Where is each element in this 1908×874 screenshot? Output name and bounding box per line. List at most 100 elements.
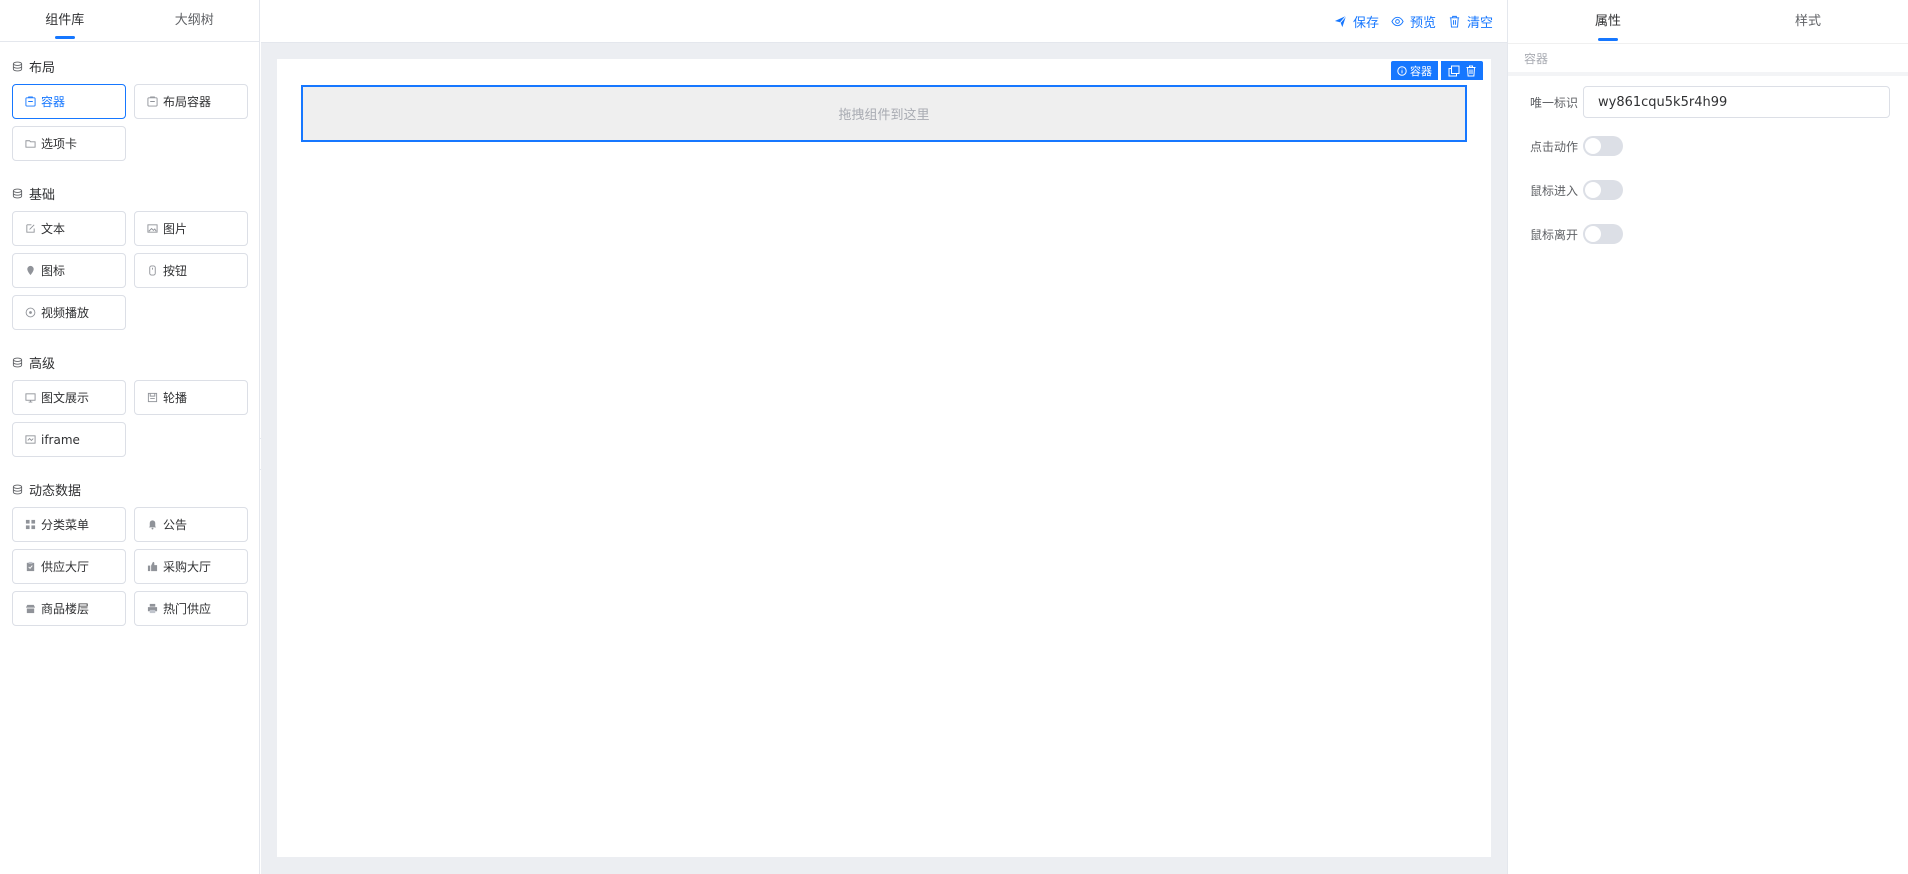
container-dropzone[interactable]: 拖拽组件到这里 (301, 85, 1467, 142)
folder-icon (25, 138, 36, 149)
component-icon[interactable]: 图标 (12, 253, 126, 288)
component-label: 采购大厅 (163, 560, 212, 574)
media-icon (25, 392, 36, 403)
send-icon (1334, 15, 1353, 28)
component-label: 按钮 (163, 264, 188, 278)
selected-component-label: 容器 (1391, 61, 1438, 80)
clear-label: 清空 (1466, 15, 1493, 31)
component-video[interactable]: 视频播放 (12, 295, 126, 330)
copy-icon[interactable] (1445, 62, 1462, 79)
component-carousel[interactable]: 轮播 (134, 380, 248, 415)
selection-toolbar: 容器 (1391, 61, 1483, 80)
click-action-toggle[interactable] (1583, 136, 1623, 156)
dropzone-hint: 拖拽组件到这里 (838, 108, 930, 123)
carousel-icon (147, 392, 158, 403)
group-title: 高级 (12, 352, 247, 372)
button-icon (147, 265, 158, 276)
tab-properties[interactable]: 属性 (1508, 0, 1708, 43)
pin-icon (25, 265, 36, 276)
canvas-area: 拖拽组件到这里 容器 (261, 43, 1507, 874)
group-dynamic-data: 动态数据 分类菜单 公告 供应大厅 采购大厅 商品楼层 热门供应 (0, 479, 259, 626)
form-row-click: 点击动作 (1530, 128, 1896, 164)
edit-icon (25, 223, 36, 234)
component-label: 图标 (41, 264, 66, 278)
component-panel: 组件库 大纲树 布局 容器 布局容器 选项卡 基础 文本 图片 图标 按钮 视频… (0, 0, 260, 874)
group-title: 基础 (12, 183, 247, 203)
component-supply-hall[interactable]: 供应大厅 (12, 549, 126, 584)
component-image-text[interactable]: 图文展示 (12, 380, 126, 415)
component-layout-container[interactable]: 布局容器 (134, 84, 248, 119)
component-container[interactable]: 容器 (12, 84, 126, 119)
component-label: 图片 (163, 222, 188, 236)
component-label: 选项卡 (41, 137, 78, 151)
component-text[interactable]: 文本 (12, 211, 126, 246)
component-image[interactable]: 图片 (134, 211, 248, 246)
bell-icon (147, 519, 158, 530)
mouse-leave-toggle[interactable] (1583, 224, 1623, 244)
component-button[interactable]: 按钮 (134, 253, 248, 288)
group-title-text: 布局 (29, 60, 56, 76)
save-button[interactable]: 保存 (1334, 12, 1379, 31)
form-row-mouse-leave: 鼠标离开 (1530, 216, 1896, 252)
layout-container-icon (147, 96, 158, 107)
group-title: 动态数据 (12, 479, 247, 499)
component-label: 布局容器 (163, 95, 212, 109)
printer-icon (147, 603, 158, 614)
info-icon (1397, 65, 1410, 76)
grid-icon (25, 519, 36, 530)
clear-button[interactable]: 清空 (1448, 12, 1493, 31)
group-layout: 布局 容器 布局容器 选项卡 (0, 56, 259, 161)
delete-icon[interactable] (1462, 62, 1479, 79)
database-icon (12, 357, 23, 368)
top-toolbar: 保存 预览 清空 (261, 0, 1507, 43)
property-form: 唯一标识 点击动作 鼠标进入 鼠标离开 (1508, 76, 1908, 252)
component-hot-supply[interactable]: 热门供应 (134, 591, 248, 626)
shop-icon (25, 603, 36, 614)
image-icon (147, 223, 158, 234)
component-label: 图文展示 (41, 391, 90, 405)
component-category-menu[interactable]: 分类菜单 (12, 507, 126, 542)
form-row-mouse-enter: 鼠标进入 (1530, 172, 1896, 208)
group-title-text: 基础 (29, 187, 56, 203)
design-canvas[interactable]: 拖拽组件到这里 容器 (277, 59, 1491, 857)
group-title: 布局 (12, 56, 247, 76)
selection-actions (1441, 61, 1483, 80)
preview-label: 预览 (1409, 15, 1436, 31)
group-basic: 基础 文本 图片 图标 按钮 视频播放 (0, 183, 259, 330)
thumb-icon (147, 561, 158, 572)
component-product-floor[interactable]: 商品楼层 (12, 591, 126, 626)
mouse-enter-label: 鼠标进入 (1530, 183, 1579, 198)
component-label: 公告 (163, 518, 188, 532)
component-label: 供应大厅 (41, 560, 90, 574)
id-input[interactable] (1583, 86, 1890, 118)
component-label: 文本 (41, 222, 66, 236)
component-label: 轮播 (163, 391, 188, 405)
component-purchase-hall[interactable]: 采购大厅 (134, 549, 248, 584)
tab-styles[interactable]: 样式 (1708, 0, 1908, 43)
group-title-text: 动态数据 (29, 483, 82, 499)
component-iframe[interactable]: iframe (12, 422, 126, 457)
form-row-id: 唯一标识 (1530, 84, 1896, 120)
component-tabs[interactable]: 选项卡 (12, 126, 126, 161)
eye-icon (1391, 15, 1410, 28)
property-panel: 属性 样式 容器 唯一标识 点击动作 鼠标进入 鼠标离开 (1507, 0, 1908, 874)
id-field-label: 唯一标识 (1530, 95, 1579, 110)
component-label: 商品楼层 (41, 602, 90, 616)
database-icon (12, 484, 23, 495)
database-icon (12, 61, 23, 72)
left-tabs: 组件库 大纲树 (0, 0, 259, 42)
frame-icon (25, 434, 36, 445)
tab-component-library[interactable]: 组件库 (0, 0, 130, 41)
selected-label-text: 容器 (1410, 64, 1432, 78)
right-tabs: 属性 样式 (1508, 0, 1908, 43)
component-label: 视频播放 (41, 306, 90, 320)
component-label: iframe (41, 432, 80, 447)
tab-outline-tree[interactable]: 大纲树 (130, 0, 260, 41)
mouse-enter-toggle[interactable] (1583, 180, 1623, 200)
component-label: 热门供应 (163, 602, 212, 616)
group-advanced: 高级 图文展示 轮播 iframe (0, 352, 259, 457)
save-label: 保存 (1352, 15, 1379, 31)
app-root: 组件库 大纲树 布局 容器 布局容器 选项卡 基础 文本 图片 图标 按钮 视频… (0, 0, 1908, 874)
component-notice[interactable]: 公告 (134, 507, 248, 542)
preview-button[interactable]: 预览 (1391, 12, 1436, 31)
